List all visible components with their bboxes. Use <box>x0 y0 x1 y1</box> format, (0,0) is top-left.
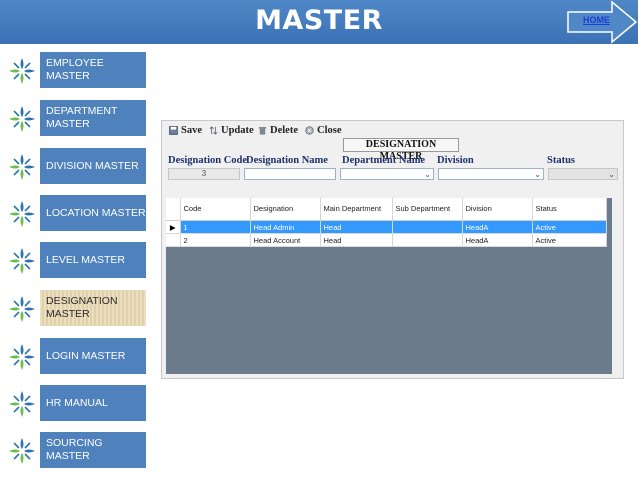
close-button[interactable]: Close <box>305 125 342 136</box>
row-header <box>166 233 181 247</box>
four-petal-plus-icon <box>9 438 35 464</box>
sidebar-item-label[interactable]: LEVEL MASTER <box>40 242 146 278</box>
sidebar-item-department-master[interactable]: DEPARTMENT MASTER <box>0 100 146 136</box>
sidebar-item-designation-master[interactable]: DESIGNATION MASTER <box>0 290 146 326</box>
four-petal-plus-icon <box>9 296 35 322</box>
column-header-main-department[interactable]: Main Department <box>320 198 393 221</box>
table-row[interactable]: ▶ 1 Head Admin Head HeadA Active <box>166 220 607 234</box>
column-header-sub-department[interactable]: Sub Department <box>392 198 463 221</box>
cell-code[interactable]: 1 <box>180 220 251 234</box>
sidebar-item-label[interactable]: LOGIN MASTER <box>40 338 146 374</box>
sidebar-item-employee-master[interactable]: EMPLOYEE MASTER <box>0 52 146 88</box>
save-button[interactable]: Save <box>169 125 202 136</box>
status-label: Status <box>547 155 576 166</box>
four-petal-plus-icon <box>9 391 35 417</box>
column-header-designation[interactable]: Designation <box>250 198 321 221</box>
chevron-down-icon: ⌄ <box>424 170 431 179</box>
update-label: Update <box>221 125 254 136</box>
designation-code-label: Designation Code <box>168 155 248 166</box>
home-link[interactable]: HOME <box>583 15 610 25</box>
cell-main-department[interactable]: Head <box>320 220 393 234</box>
cell-code[interactable]: 2 <box>180 233 251 247</box>
update-icon <box>209 126 218 135</box>
designation-grid: Code Designation Main Department Sub Dep… <box>166 198 607 247</box>
cell-status[interactable]: Active <box>532 220 607 234</box>
chevron-down-icon: ⌄ <box>534 170 541 179</box>
current-row-indicator-icon: ▶ <box>166 220 181 234</box>
trash-icon <box>258 127 267 135</box>
cell-designation[interactable]: Head Admin <box>250 220 321 234</box>
designation-code-field[interactable]: 3 <box>168 168 240 180</box>
delete-button[interactable]: Delete <box>258 125 298 136</box>
save-label: Save <box>181 125 202 136</box>
four-petal-plus-icon <box>9 344 35 370</box>
cell-division[interactable]: HeadA <box>462 220 533 234</box>
division-select[interactable]: ⌄ <box>438 168 544 180</box>
cell-sub-department[interactable] <box>392 220 463 234</box>
column-header-code[interactable]: Code <box>180 198 251 221</box>
close-label: Close <box>317 125 342 136</box>
page-title: MASTER <box>255 5 383 36</box>
status-select[interactable]: ⌄ <box>548 168 618 180</box>
cell-sub-department[interactable] <box>392 233 463 247</box>
division-label: Division <box>437 155 474 166</box>
designation-name-label: Designation Name <box>246 155 328 166</box>
designation-name-field[interactable] <box>244 168 336 180</box>
department-select[interactable]: ⌄ <box>340 168 434 180</box>
cell-main-department[interactable]: Head <box>320 233 393 247</box>
four-petal-plus-icon <box>9 201 35 227</box>
data-grid-area: Code Designation Main Department Sub Dep… <box>166 198 612 374</box>
sidebar-item-sourcing-master[interactable]: SOURCING MASTER <box>0 432 146 468</box>
table-row[interactable]: 2 Head Account Head HeadA Active <box>166 233 607 247</box>
update-button[interactable]: Update <box>209 125 254 136</box>
four-petal-plus-icon <box>9 106 35 132</box>
sidebar-item-label[interactable]: DESIGNATION MASTER <box>40 290 146 326</box>
department-name-label: Department Name <box>342 155 426 166</box>
close-circle-icon <box>305 126 314 135</box>
sidebar-item-login-master[interactable]: LOGIN MASTER <box>0 338 146 374</box>
sidebar-item-label[interactable]: HR MANUAL <box>40 385 146 421</box>
sidebar-item-label[interactable]: DEPARTMENT MASTER <box>40 100 146 136</box>
designation-master-window: Save Update Delete Close DESIGNATION MAS… <box>161 120 624 379</box>
save-icon <box>169 126 178 135</box>
row-header-corner <box>166 198 181 221</box>
sidebar-item-location-master[interactable]: LOCATION MASTER <box>0 195 146 231</box>
column-header-division[interactable]: Division <box>462 198 533 221</box>
form-title: DESIGNATION MASTER <box>343 138 459 162</box>
cell-designation[interactable]: Head Account <box>250 233 321 247</box>
sidebar-item-label[interactable]: SOURCING MASTER <box>40 432 146 468</box>
chevron-down-icon: ⌄ <box>608 170 615 179</box>
four-petal-plus-icon <box>9 58 35 84</box>
sidebar-item-hr-manual[interactable]: HR MANUAL <box>0 385 146 421</box>
delete-label: Delete <box>270 125 298 136</box>
four-petal-plus-icon <box>9 248 35 274</box>
sidebar-item-division-master[interactable]: DIVISION MASTER <box>0 148 146 184</box>
cell-status[interactable]: Active <box>532 233 607 247</box>
sidebar-item-label[interactable]: EMPLOYEE MASTER <box>40 52 146 88</box>
four-petal-plus-icon <box>9 154 35 180</box>
sidebar-item-label[interactable]: DIVISION MASTER <box>40 148 146 184</box>
header-banner: MASTER <box>0 0 638 44</box>
grid-header-row: Code Designation Main Department Sub Dep… <box>166 198 607 221</box>
cell-division[interactable]: HeadA <box>462 233 533 247</box>
sidebar-item-level-master[interactable]: LEVEL MASTER <box>0 242 146 278</box>
sidebar-item-label[interactable]: LOCATION MASTER <box>40 195 146 231</box>
column-header-status[interactable]: Status <box>532 198 607 221</box>
